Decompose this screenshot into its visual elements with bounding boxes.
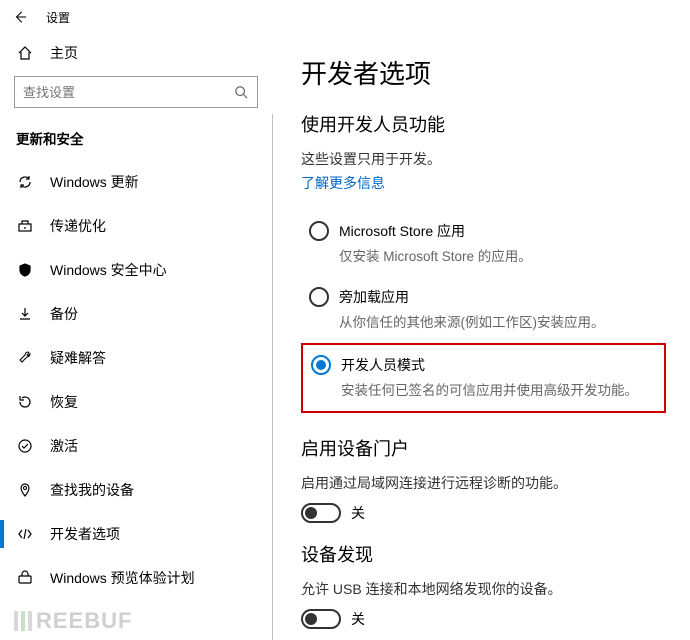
use-dev-desc: 这些设置只用于开发。	[301, 149, 666, 169]
sidebar-item-delivery-optimization[interactable]: 传递优化	[0, 204, 272, 248]
device-portal-toggle[interactable]	[301, 503, 341, 523]
toggle-label: 关	[351, 503, 365, 523]
wrench-icon	[16, 349, 34, 367]
radio-desc: 从你信任的其他来源(例如工作区)安装应用。	[339, 311, 654, 331]
nav-list: Windows 更新 传递优化 Windows 安全中心 备份 疑难解答 恢复	[0, 160, 272, 600]
sync-icon	[16, 173, 34, 191]
nav-label: Windows 预览体验计划	[50, 568, 195, 588]
sidebar-item-recovery[interactable]: 恢复	[0, 380, 272, 424]
search-icon[interactable]	[225, 85, 257, 99]
recovery-icon	[16, 393, 34, 411]
sidebar-item-windows-update[interactable]: Windows 更新	[0, 160, 272, 204]
radio-option-developer-mode[interactable]: 开发人员模式 安装任何已签名的可信应用并使用高级开发功能。	[301, 343, 666, 413]
watermark-text: REEBUF	[36, 608, 132, 634]
nav-label: 开发者选项	[50, 524, 120, 544]
search-input-container[interactable]	[14, 76, 258, 108]
radio-icon	[309, 287, 329, 307]
sidebar: 主页 更新和安全 Windows 更新 传递优化 Windows 安全	[0, 34, 272, 640]
search-input[interactable]	[15, 85, 225, 100]
radio-option-sideload[interactable]: 旁加载应用 从你信任的其他来源(例如工作区)安装应用。	[301, 277, 666, 343]
nav-label: 传递优化	[50, 216, 106, 236]
page-title: 开发者选项	[301, 54, 666, 91]
radio-desc: 安装任何已签名的可信应用并使用高级开发功能。	[341, 379, 652, 399]
location-icon	[16, 481, 34, 499]
nav-label: 疑难解答	[50, 348, 106, 368]
home-label: 主页	[50, 43, 78, 63]
radio-label: 旁加载应用	[339, 287, 409, 307]
nav-label: Windows 更新	[50, 172, 139, 192]
watermark: REEBUF	[14, 608, 132, 634]
learn-more-link[interactable]: 了解更多信息	[301, 173, 385, 193]
dev-mode-radio-group: Microsoft Store 应用 仅安装 Microsoft Store 的…	[301, 211, 666, 413]
radio-icon-checked	[311, 355, 331, 375]
sidebar-item-troubleshoot[interactable]: 疑难解答	[0, 336, 272, 380]
sidebar-item-activation[interactable]: 激活	[0, 424, 272, 468]
developer-icon	[16, 525, 34, 543]
use-dev-title: 使用开发人员功能	[301, 111, 666, 137]
device-discovery-text: 允许 USB 连接和本地网络发现你的设备。	[301, 579, 666, 599]
sidebar-section-header: 更新和安全	[0, 122, 272, 160]
device-portal-text: 启用通过局域网连接进行远程诊断的功能。	[301, 473, 666, 493]
device-discovery-toggle[interactable]	[301, 609, 341, 629]
sidebar-item-backup[interactable]: 备份	[0, 292, 272, 336]
delivery-icon	[16, 217, 34, 235]
activation-icon	[16, 437, 34, 455]
radio-label: Microsoft Store 应用	[339, 221, 465, 241]
content-area: 开发者选项 使用开发人员功能 这些设置只用于开发。 了解更多信息 Microso…	[273, 34, 690, 640]
nav-label: 恢复	[50, 392, 78, 412]
toggle-label: 关	[351, 609, 365, 629]
insider-icon	[16, 569, 34, 587]
sidebar-item-find-my-device[interactable]: 查找我的设备	[0, 468, 272, 512]
nav-label: 查找我的设备	[50, 480, 134, 500]
home-icon	[16, 44, 34, 62]
nav-label: 备份	[50, 304, 78, 324]
radio-label: 开发人员模式	[341, 355, 425, 375]
shield-icon	[16, 261, 34, 279]
device-portal-heading: 启用设备门户	[301, 435, 666, 461]
nav-label: 激活	[50, 436, 78, 456]
back-icon[interactable]	[12, 9, 28, 25]
window-title: 设置	[46, 9, 70, 26]
backup-icon	[16, 305, 34, 323]
sidebar-item-insider[interactable]: Windows 预览体验计划	[0, 556, 272, 600]
sidebar-item-developer[interactable]: 开发者选项	[0, 512, 272, 556]
device-discovery-heading: 设备发现	[301, 541, 666, 567]
sidebar-item-windows-security[interactable]: Windows 安全中心	[0, 248, 272, 292]
nav-label: Windows 安全中心	[50, 260, 167, 280]
radio-option-store[interactable]: Microsoft Store 应用 仅安装 Microsoft Store 的…	[301, 211, 666, 277]
home-nav[interactable]: 主页	[0, 34, 272, 72]
radio-icon	[309, 221, 329, 241]
radio-desc: 仅安装 Microsoft Store 的应用。	[339, 245, 654, 265]
